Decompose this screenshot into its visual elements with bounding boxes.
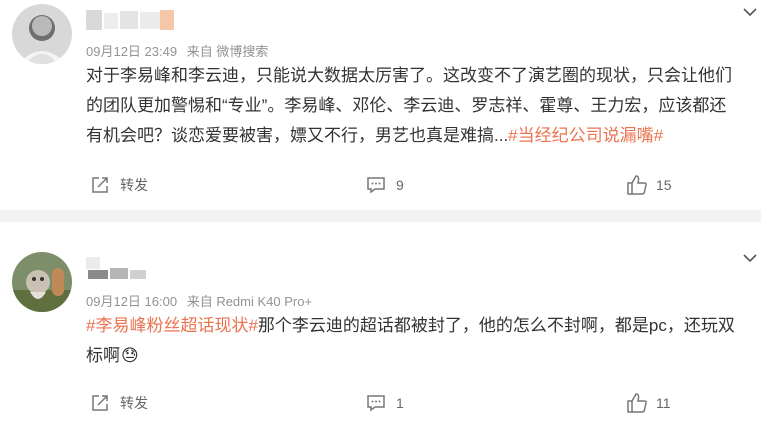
post-time[interactable]: 09月12日 16:00 <box>86 294 177 309</box>
divider <box>0 210 761 222</box>
content-line: 对于李易峰和李云迪，只能说大数据太厉害了。这改变不了演艺圈的现状，只会让他们 <box>86 66 732 85</box>
repost-button[interactable]: 转发 <box>90 170 148 200</box>
like-icon <box>627 393 647 413</box>
hashtag-link[interactable]: #当经纪公司说漏嘴# <box>508 126 663 145</box>
post-time[interactable]: 09月12日 23:49 <box>86 44 177 59</box>
content-line: 的团队更加警惕和“专业”。李易峰、邓伦、李云迪、罗志祥、霍尊、王力宏，应该都还 <box>86 96 727 115</box>
repost-icon <box>92 395 108 411</box>
username-blurred[interactable] <box>86 254 150 280</box>
content-text: 那个李云迪的超话都被封了，他的怎么不封啊，都是pc，还玩双 <box>257 316 735 335</box>
content-text: 标啊 <box>86 346 120 365</box>
chevron-down-icon[interactable] <box>743 250 757 263</box>
action-bar: 转发 1 11 <box>0 388 761 418</box>
like-count: 11 <box>656 395 671 411</box>
comment-icon <box>367 177 385 194</box>
content-line: #李易峰粉丝超话现状#那个李云迪的超话都被封了，他的怎么不封啊，都是pc，还玩双 <box>86 311 758 341</box>
hashtag-link[interactable]: #李易峰粉丝超话现状# <box>86 316 258 335</box>
post-meta: 09月12日 16:00 来自 Redmi K40 Pro+ <box>86 291 318 310</box>
content-line: 标啊😓 <box>86 341 758 371</box>
action-bar: 转发 9 15 <box>0 170 761 200</box>
comment-button[interactable]: 9 <box>366 170 404 200</box>
content-text: 有机会吧？谈恋爱要被害，嫖又不行，男艺也真是难搞... <box>86 126 509 145</box>
post-meta: 09月12日 23:49 来自 微博搜索 <box>86 41 274 60</box>
like-count: 15 <box>656 177 672 193</box>
username-blurred[interactable] <box>86 7 178 33</box>
content-line: 有机会吧？谈恋爱要被害，嫖又不行，男艺也真是难搞...#当经纪公司说漏嘴# <box>86 121 758 151</box>
comment-button[interactable]: 1 <box>366 388 404 418</box>
avatar[interactable] <box>12 4 72 64</box>
repost-label: 转发 <box>120 177 148 193</box>
repost-label: 转发 <box>120 395 148 411</box>
post-source: 来自 Redmi K40 Pro+ <box>186 294 313 309</box>
comment-icon <box>367 395 385 412</box>
comment-count: 9 <box>396 177 404 193</box>
post-source: 来自 微博搜索 <box>186 44 269 59</box>
repost-icon <box>92 177 108 193</box>
avatar[interactable] <box>12 252 72 312</box>
post-content: 对于李易峰和李云迪，只能说大数据太厉害了。这改变不了演艺圈的现状，只会让他们 的… <box>86 61 758 151</box>
weibo-comment-card: 09月12日 23:49 来自 微博搜索 对于李易峰和李云迪，只能说大数据太厉害… <box>0 0 761 210</box>
like-button[interactable]: 11 <box>626 388 671 418</box>
comment-count: 1 <box>396 395 404 411</box>
chevron-down-icon[interactable] <box>743 4 757 17</box>
repost-button[interactable]: 转发 <box>90 388 148 418</box>
weibo-comment-card: 09月12日 16:00 来自 Redmi K40 Pro+ #李易峰粉丝超话现… <box>0 222 761 430</box>
sweat-emoji: 😓 <box>121 346 139 365</box>
like-icon <box>627 175 647 195</box>
like-button[interactable]: 15 <box>626 170 672 200</box>
post-content: #李易峰粉丝超话现状#那个李云迪的超话都被封了，他的怎么不封啊，都是pc，还玩双… <box>86 311 758 371</box>
